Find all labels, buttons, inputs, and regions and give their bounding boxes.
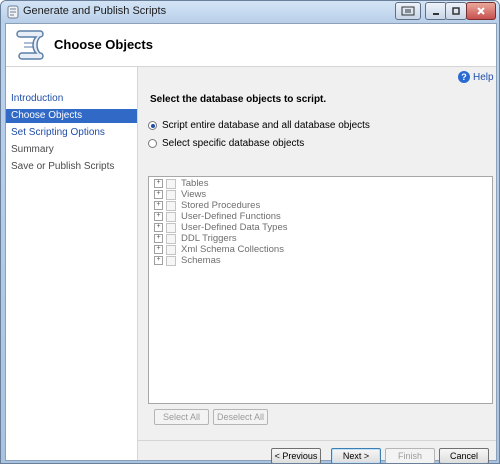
script-entire-database-option[interactable]: Script entire database and all database …: [148, 120, 370, 131]
tree-checkbox[interactable]: [166, 200, 176, 211]
tree-item-views[interactable]: + Views: [154, 189, 206, 200]
scroll-app-icon: [7, 5, 19, 19]
page-title: Choose Objects: [54, 37, 153, 52]
tree-item-user-defined-functions[interactable]: + User-Defined Functions: [154, 211, 281, 222]
expand-icon[interactable]: +: [154, 234, 163, 243]
scroll-icon: [16, 30, 44, 60]
sidebar-item-introduction[interactable]: Introduction: [6, 92, 137, 106]
tree-checkbox[interactable]: [166, 255, 176, 266]
maximize-button[interactable]: [445, 2, 467, 20]
expand-icon[interactable]: +: [154, 212, 163, 221]
previous-button[interactable]: < Previous: [271, 448, 321, 463]
close-icon: [477, 7, 485, 15]
footer-divider: [138, 440, 496, 441]
tree-item-xml-schema-collections[interactable]: + Xml Schema Collections: [154, 244, 284, 255]
select-all-button[interactable]: Select All: [154, 409, 209, 425]
minimize-button[interactable]: [425, 2, 447, 20]
tree-item-tables[interactable]: + Tables: [154, 178, 208, 189]
tree-checkbox[interactable]: [166, 222, 176, 233]
expand-icon[interactable]: +: [154, 245, 163, 254]
maximize-icon: [452, 7, 460, 15]
next-button[interactable]: Next >: [331, 448, 381, 463]
tree-item-schemas[interactable]: + Schemas: [154, 255, 221, 266]
wizard-main-panel: ? Help Select the database objects to sc…: [138, 67, 496, 463]
tree-item-label: Stored Procedures: [181, 200, 261, 211]
expand-icon[interactable]: +: [154, 256, 163, 265]
wizard-header: Choose Objects: [6, 24, 496, 67]
finish-button[interactable]: Finish: [385, 448, 435, 463]
tree-checkbox[interactable]: [166, 244, 176, 255]
close-button[interactable]: [466, 2, 496, 20]
tree-item-ddl-triggers[interactable]: + DDL Triggers: [154, 233, 237, 244]
cancel-button[interactable]: Cancel: [439, 448, 489, 463]
help-label: Help: [473, 71, 494, 83]
wizard-sidebar: Introduction Choose Objects Set Scriptin…: [6, 67, 138, 460]
tree-checkbox[interactable]: [166, 189, 176, 200]
window-help-icon: [401, 6, 415, 16]
deselect-all-button[interactable]: Deselect All: [213, 409, 268, 425]
tree-item-label: Views: [181, 189, 207, 200]
window-title: Generate and Publish Scripts: [23, 5, 167, 17]
sidebar-item-summary: Summary: [11, 144, 54, 155]
tree-checkbox[interactable]: [166, 178, 176, 189]
tree-item-label: Tables: [181, 178, 209, 189]
radio-button-unchecked[interactable]: [148, 139, 157, 148]
expand-icon[interactable]: +: [154, 201, 163, 210]
select-specific-objects-option[interactable]: Select specific database objects: [148, 138, 304, 149]
expand-icon[interactable]: +: [154, 190, 163, 199]
tree-item-label: Schemas: [181, 255, 221, 266]
tree-item-stored-procedures[interactable]: + Stored Procedures: [154, 200, 260, 211]
script-entire-database-label: Script entire database and all database …: [162, 120, 370, 131]
tree-checkbox[interactable]: [166, 233, 176, 244]
tree-item-label: User-Defined Functions: [181, 211, 281, 222]
minimize-icon: [433, 13, 439, 15]
tree-item-label: DDL Triggers: [181, 233, 237, 244]
window-help-button[interactable]: [395, 2, 421, 20]
wizard-client-area: Choose Objects Introduction Choose Objec…: [5, 23, 497, 463]
sidebar-item-save-or-publish-scripts: Save or Publish Scripts: [11, 161, 115, 172]
sidebar-item-set-scripting-options[interactable]: Set Scripting Options: [6, 126, 137, 140]
radio-button-checked[interactable]: [148, 121, 157, 130]
tree-item-label: User-Defined Data Types: [181, 222, 288, 233]
expand-icon[interactable]: +: [154, 179, 163, 188]
select-specific-objects-label: Select specific database objects: [162, 138, 305, 149]
sidebar-item-choose-objects[interactable]: Choose Objects: [6, 109, 137, 123]
instruction-text: Select the database objects to script.: [150, 94, 327, 105]
object-tree: + Tables + Views + Stored Procedures + U…: [148, 176, 493, 404]
tree-item-label: Xml Schema Collections: [181, 244, 284, 255]
title-bar: Generate and Publish Scripts: [1, 1, 499, 23]
expand-icon[interactable]: +: [154, 223, 163, 232]
tree-item-user-defined-data-types[interactable]: + User-Defined Data Types: [154, 222, 288, 233]
help-icon: ?: [458, 71, 470, 83]
tree-checkbox[interactable]: [166, 211, 176, 222]
help-link[interactable]: ? Help: [458, 71, 494, 83]
wizard-window: Generate and Publish Scripts Choose Obje…: [0, 0, 500, 464]
